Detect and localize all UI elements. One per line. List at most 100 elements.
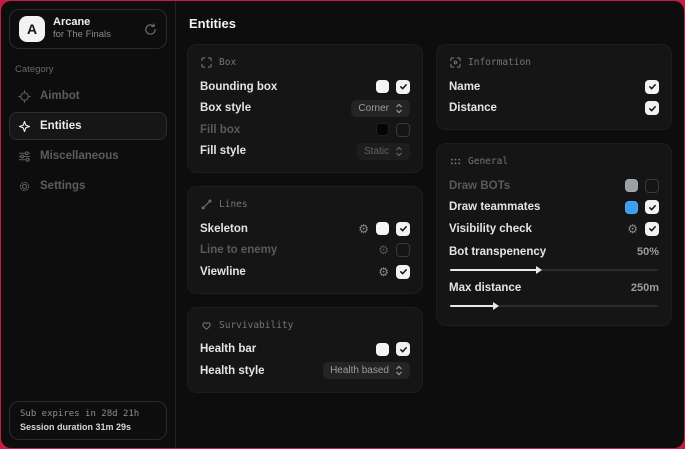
category-label: Category: [15, 64, 167, 75]
color-swatch[interactable]: [376, 343, 389, 356]
setting-label: Max distance: [449, 282, 521, 294]
crosshair-icon: [18, 90, 31, 103]
info-scan-icon: [450, 57, 461, 68]
setting-label: Distance: [449, 102, 497, 114]
max-distance-slider[interactable]: [450, 305, 658, 307]
sidebar-item-settings[interactable]: Settings: [9, 172, 167, 200]
right-column: Information Name Distance: [436, 44, 672, 326]
panel-information-header: Information: [450, 57, 659, 68]
setting-label: Draw teammates: [449, 201, 540, 213]
checkbox-checked[interactable]: [645, 80, 659, 94]
setting-row-skeleton: Skeleton ⚙: [200, 218, 410, 240]
panel-box: Box Bounding box Box style Corne: [187, 44, 423, 173]
dropdown-value: Corner: [358, 103, 389, 114]
dropdown-value: Static: [364, 146, 389, 157]
logo-card: A Arcane for The Finals: [9, 9, 167, 49]
refresh-icon[interactable]: [144, 23, 157, 36]
panel-title: Lines: [219, 199, 248, 210]
sidebar-item-label: Entities: [40, 120, 82, 132]
box-style-dropdown[interactable]: Corner: [351, 100, 410, 117]
color-swatch[interactable]: [625, 201, 638, 214]
slider-fill[interactable]: [450, 305, 494, 307]
app-subtitle: for The Finals: [53, 29, 111, 41]
setting-row-health-style: Health style Health based: [200, 360, 410, 382]
row-gear-icon[interactable]: ⚙: [627, 223, 638, 235]
setting-row-draw-teammates: Draw teammates: [449, 197, 659, 219]
panel-general: General Draw BOTs Draw teammates: [436, 143, 672, 326]
setting-row-distance: Distance: [449, 98, 659, 120]
setting-row-line-to-enemy: Line to enemy ⚙: [200, 240, 410, 262]
checkbox-unchecked[interactable]: [396, 243, 410, 257]
setting-row-viewline: Viewline ⚙: [200, 261, 410, 283]
setting-label: Skeleton: [200, 223, 248, 235]
grid-dots-icon: [450, 156, 461, 167]
setting-row-health-bar: Health bar: [200, 339, 410, 361]
logo-text: Arcane for The Finals: [53, 16, 111, 42]
color-swatch[interactable]: [625, 179, 638, 192]
panel-survivability-header: Survivability: [201, 320, 410, 331]
heart-icon: [201, 320, 212, 331]
panel-title: General: [468, 156, 508, 167]
panel-box-header: Box: [201, 57, 410, 68]
setting-label: Line to enemy: [200, 244, 277, 256]
panel-lines: Lines Skeleton ⚙ Line to enemy ⚙: [187, 186, 423, 294]
sidebar-item-label: Settings: [40, 180, 85, 192]
color-swatch[interactable]: [376, 80, 389, 93]
checkbox-checked[interactable]: [396, 80, 410, 94]
box-corners-icon: [201, 57, 212, 68]
app-logo: A: [19, 16, 45, 42]
sidebar-item-miscellaneous[interactable]: Miscellaneous: [9, 142, 167, 170]
bot-transparency-slider[interactable]: [450, 269, 658, 271]
panel-title: Information: [468, 57, 531, 68]
checkbox-checked[interactable]: [396, 265, 410, 279]
sidebar-item-aimbot[interactable]: Aimbot: [9, 82, 167, 110]
unfold-icon: [395, 365, 403, 376]
sidebar-item-label: Aimbot: [40, 90, 80, 102]
checkbox-checked[interactable]: [396, 342, 410, 356]
panel-title: Survivability: [219, 320, 293, 331]
checkbox-checked[interactable]: [645, 101, 659, 115]
fill-style-dropdown[interactable]: Static: [357, 143, 410, 160]
panel-lines-header: Lines: [201, 199, 410, 210]
row-gear-icon[interactable]: ⚙: [358, 223, 369, 235]
slider-value: 50%: [637, 246, 659, 258]
row-gear-icon[interactable]: ⚙: [378, 266, 389, 278]
main-content: Entities Box Bounding box: [176, 1, 684, 448]
unfold-icon: [395, 103, 403, 114]
color-swatch[interactable]: [376, 123, 389, 136]
setting-label: Health style: [200, 365, 265, 377]
setting-label: Health bar: [200, 343, 256, 355]
setting-row-name: Name: [449, 76, 659, 98]
entities-icon: [18, 120, 31, 133]
sidebar-item-entities[interactable]: Entities: [9, 112, 167, 140]
slider-value: 250m: [631, 282, 659, 294]
checkbox-checked[interactable]: [396, 222, 410, 236]
sidebar-item-label: Miscellaneous: [40, 150, 119, 162]
setting-row-fill-style: Fill style Static: [200, 141, 410, 163]
row-gear-icon[interactable]: ⚙: [378, 244, 389, 256]
setting-row-visibility-check: Visibility check ⚙: [449, 218, 659, 240]
color-swatch[interactable]: [376, 222, 389, 235]
session-duration-text: Session duration 31m 29s: [20, 422, 156, 432]
setting-label: Bot transpenency: [449, 246, 546, 258]
checkbox-checked[interactable]: [645, 200, 659, 214]
setting-label: Fill style: [200, 145, 246, 157]
left-column: Box Bounding box Box style Corne: [187, 44, 423, 393]
panel-survivability: Survivability Health bar Health style: [187, 307, 423, 393]
sub-expiry-text: Sub expires in 28d 21h: [20, 409, 156, 419]
setting-row-fill-box: Fill box: [200, 119, 410, 141]
slider-fill[interactable]: [450, 269, 537, 271]
panel-title: Box: [219, 57, 236, 68]
setting-row-box-style: Box style Corner: [200, 98, 410, 120]
setting-label: Box style: [200, 102, 251, 114]
line-icon: [201, 199, 212, 210]
setting-row-max-distance: Max distance 250m: [449, 279, 659, 298]
checkbox-unchecked[interactable]: [645, 179, 659, 193]
setting-label: Name: [449, 81, 480, 93]
checkbox-unchecked[interactable]: [396, 123, 410, 137]
health-style-dropdown[interactable]: Health based: [323, 362, 410, 379]
app-window: A Arcane for The Finals Category Aimbot: [1, 1, 684, 448]
checkbox-checked[interactable]: [645, 222, 659, 236]
setting-row-bot-transparency: Bot transpenency 50%: [449, 243, 659, 262]
setting-label: Viewline: [200, 266, 246, 278]
